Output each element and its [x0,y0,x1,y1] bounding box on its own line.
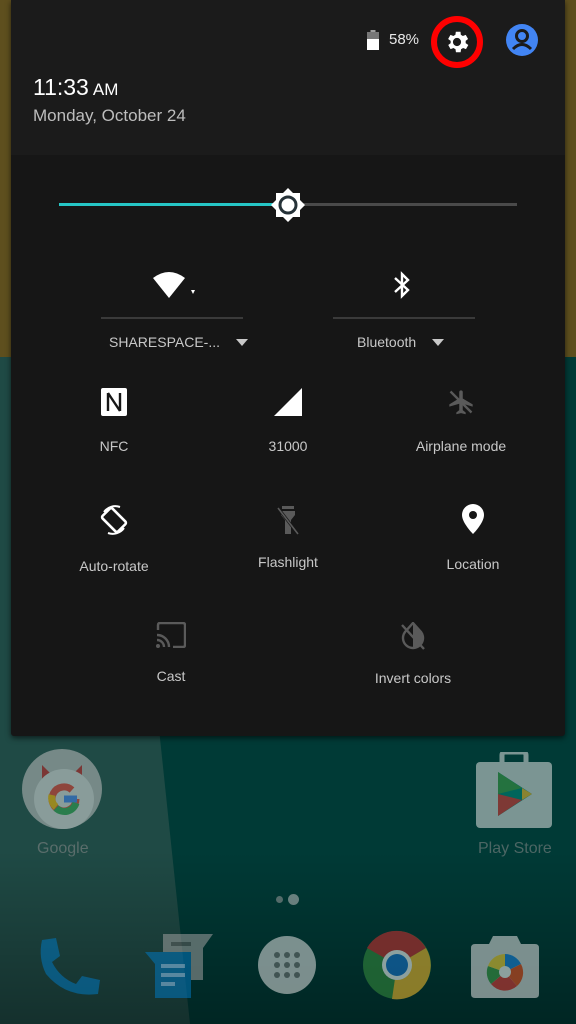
brightness-slider[interactable] [59,188,517,222]
nfc-label: NFC [99,438,129,454]
page-dot-active [288,894,299,905]
bluetooth-tile[interactable]: Bluetooth [333,262,475,362]
flashlight-tile[interactable]: Flashlight [238,504,338,570]
wifi-network-label: SHARESPACE-... [109,334,220,350]
camera-icon [471,936,539,998]
settings-button[interactable] [431,16,483,68]
chrome-icon [363,930,431,1000]
phone-app[interactable] [36,934,102,1000]
signal-icon [274,388,302,416]
location-label: Location [446,556,500,572]
cast-tile[interactable]: Cast [121,622,221,684]
google-app-label: Google [37,840,89,857]
quick-settings-panel: 58% 11:33 AM Monday, October 24 SHARESPA… [11,0,565,736]
user-account-button[interactable] [506,24,538,56]
wifi-icon [153,272,195,298]
invert-colors-label: Invert colors [374,670,452,686]
bluetooth-label: Bluetooth [357,334,417,350]
gear-icon [448,31,469,53]
brightness-thumb-icon[interactable] [271,188,305,222]
play-store-icon [476,749,552,828]
flashlight-label: Flashlight [258,554,318,570]
cast-icon [156,622,186,648]
location-icon [462,504,484,534]
clock[interactable]: 11:33 AM [33,74,118,101]
bluetooth-divider [333,317,475,319]
phone-icon [40,938,100,995]
airplane-mode-tile[interactable]: Airplane mode [396,388,526,454]
bluetooth-dropdown[interactable]: Bluetooth [357,334,445,350]
chevron-down-icon [236,338,248,346]
airplane-mode-label: Airplane mode [415,438,507,454]
messages-app[interactable] [145,934,215,1000]
page-dot [276,896,283,903]
auto-rotate-tile[interactable]: Auto-rotate [64,504,164,574]
camera-app[interactable] [471,936,539,998]
location-tile[interactable]: Location [423,504,523,572]
play-store-app-label: Play Store [478,840,552,857]
chrome-app[interactable] [362,930,432,1000]
clock-ampm: AM [92,80,119,99]
invert-colors-icon [401,622,425,650]
bluetooth-icon [394,271,410,299]
airplane-icon [449,390,473,415]
invert-colors-tile[interactable]: Invert colors [351,622,475,686]
app-drawer-icon [258,936,316,994]
cellular-label: 31000 [268,438,308,454]
page-indicator [276,894,299,905]
battery-percent: 58% [389,31,420,48]
wifi-tile[interactable]: SHARESPACE-... [101,262,248,362]
auto-rotate-label: Auto-rotate [79,558,149,574]
date[interactable]: Monday, October 24 [33,106,186,126]
google-app[interactable] [20,747,104,831]
brightness-track-fill [59,203,288,206]
google-icon [22,749,102,829]
battery-icon [367,30,379,50]
wifi-divider [101,317,243,319]
nfc-icon [101,388,127,416]
app-drawer-button[interactable] [257,935,317,995]
quick-settings-header: 58% 11:33 AM Monday, October 24 [11,0,565,155]
cellular-tile[interactable]: 31000 [238,388,338,454]
flashlight-icon [276,506,300,535]
messages-icon [145,934,213,998]
wifi-network-dropdown[interactable]: SHARESPACE-... [109,334,248,350]
nfc-tile[interactable]: NFC [64,388,164,454]
cast-label: Cast [156,668,186,684]
play-store-app[interactable] [474,749,554,832]
rotate-icon [100,505,128,535]
clock-time: 11:33 [33,74,89,100]
chevron-down-icon [432,338,445,346]
